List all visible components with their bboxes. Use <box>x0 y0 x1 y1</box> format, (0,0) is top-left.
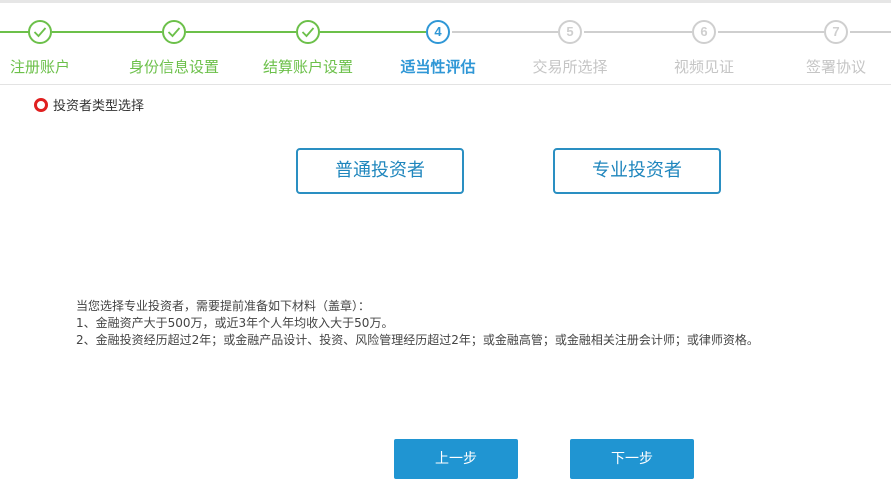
step-connector <box>52 31 162 33</box>
step-4-number: 4 <box>426 20 450 44</box>
step-7-label: 签署协议 <box>805 58 866 76</box>
step-4-label: 适当性评估 <box>400 58 476 76</box>
step-3-label: 结算账户设置 <box>262 58 353 76</box>
step-3-check-icon <box>296 20 320 44</box>
step-connector <box>186 31 296 33</box>
professional-investor-button[interactable]: 专业投资者 <box>553 148 721 194</box>
step-7-number: 7 <box>824 20 848 44</box>
step-connector <box>320 31 426 33</box>
step-6-number: 6 <box>692 20 716 44</box>
ordinary-investor-button[interactable]: 普通投资者 <box>296 148 464 194</box>
step-2-check-icon <box>162 20 186 44</box>
step-6-label: 视频见证 <box>673 58 734 76</box>
step-connector <box>850 31 891 33</box>
step-5-number: 5 <box>558 20 582 44</box>
note-item-2: 2、金融投资经历超过2年；或金融产品设计、投资、风险管理经历超过2年；或金融高管… <box>76 333 759 347</box>
step-5-label: 交易所选择 <box>532 58 608 76</box>
step-connector <box>584 31 692 33</box>
section-title: 投资者类型选择 <box>34 95 144 114</box>
progress-stepper: 4 5 6 7 注册账户 身份信息设置 结算账户设置 适当性评估 交易所选择 视… <box>0 0 891 85</box>
note-intro: 当您选择专业投资者，需要提前准备如下材料（盖章）： <box>76 299 371 313</box>
note-item-1: 1、金融资产大于500万，或近3年个人年均收入大于50万。 <box>76 316 394 330</box>
section-title-text: 投资者类型选择 <box>53 99 145 114</box>
step-connector <box>452 31 558 33</box>
step-2-label: 身份信息设置 <box>128 58 219 76</box>
professional-requirements-note: 当您选择专业投资者，需要提前准备如下材料（盖章）： 1、金融资产大于500万，或… <box>76 298 759 349</box>
step-connector <box>0 31 30 33</box>
radio-dot-icon <box>34 98 48 112</box>
prev-step-button[interactable]: 上一步 <box>394 439 518 479</box>
step-1-check-icon <box>28 20 52 44</box>
step-1-label: 注册账户 <box>9 58 70 76</box>
step-connector <box>718 31 824 33</box>
next-step-button[interactable]: 下一步 <box>570 439 694 479</box>
